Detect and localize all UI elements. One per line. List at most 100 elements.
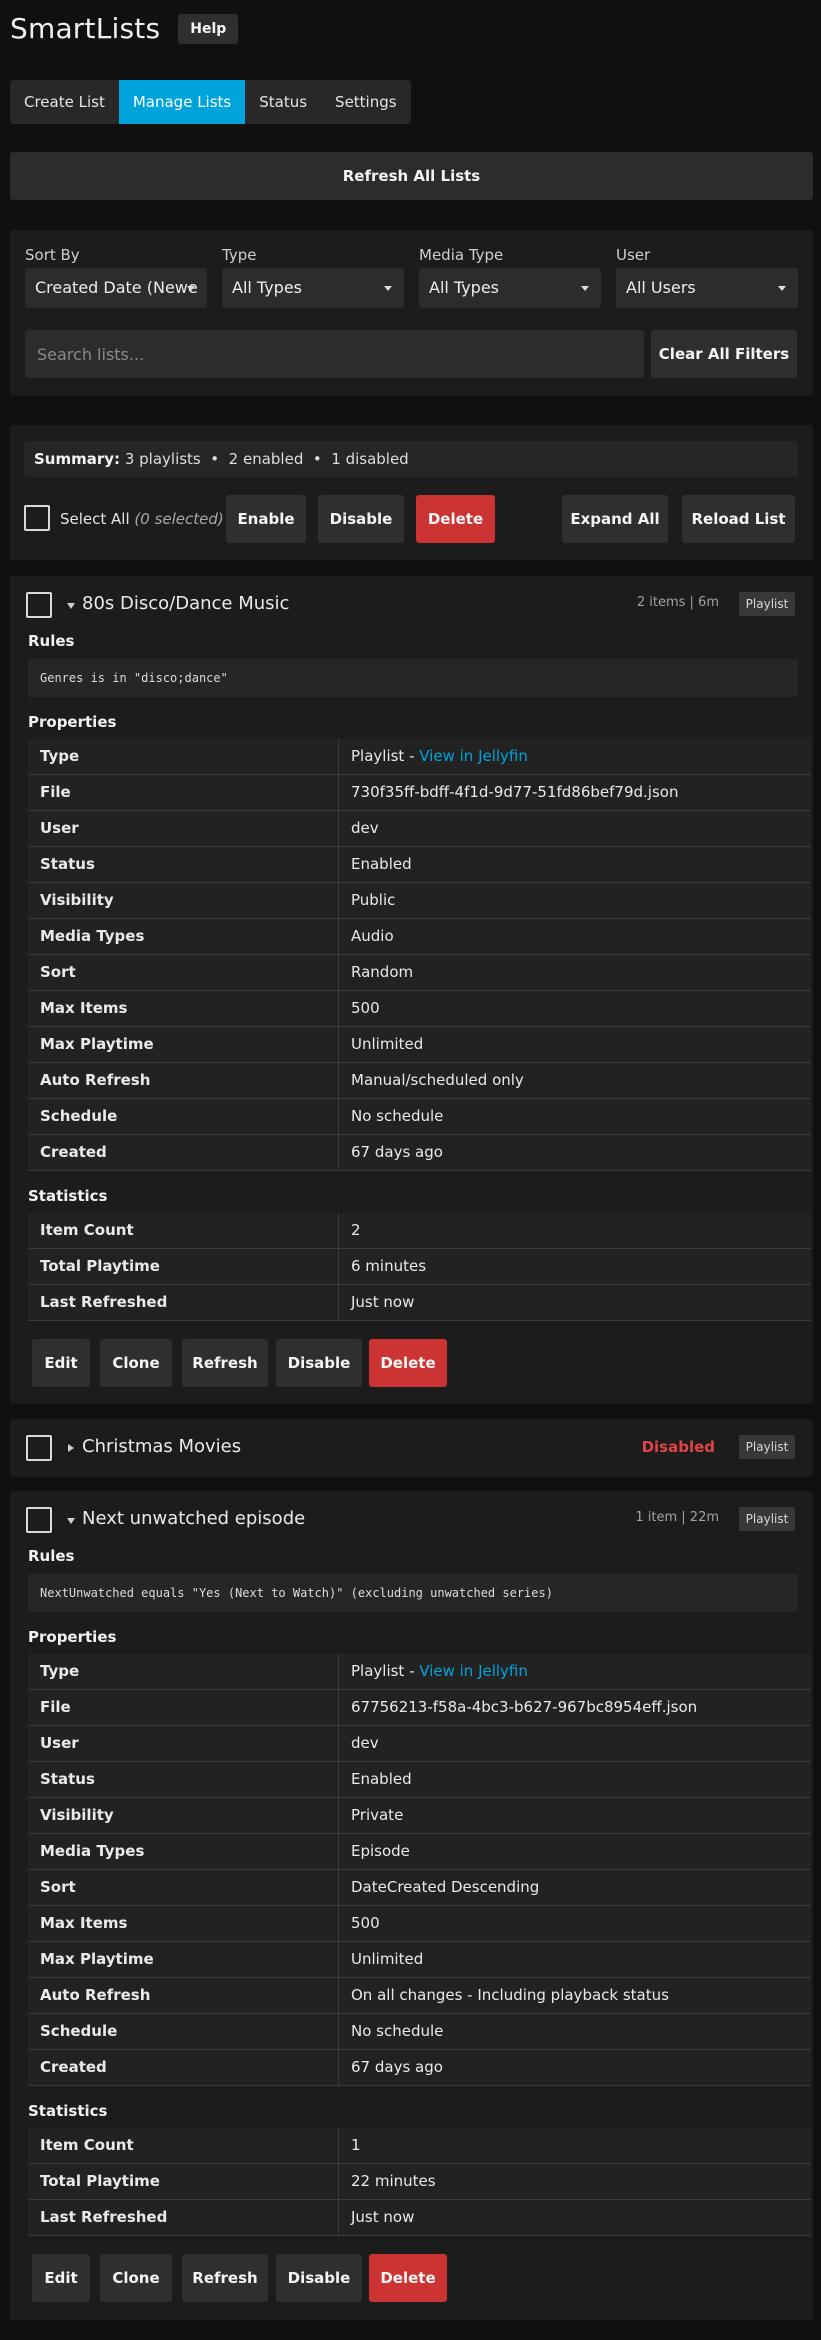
stat-key: Total Playtime — [28, 2164, 339, 2199]
select-all-text: Select All — [60, 510, 130, 528]
prop-value: dev — [351, 819, 379, 837]
table-row: File 730f35ff-bdff-4f1d-9d77-51fd86bef79d… — [28, 775, 811, 811]
statistics-table: Item Count 1 Total Playtime 22 minutes Las… — [28, 2128, 811, 2236]
table-row: Created 67 days ago — [28, 1135, 811, 1171]
table-row: Schedule No schedule — [28, 1099, 811, 1135]
list-select-checkbox[interactable] — [26, 1435, 52, 1461]
bulk-delete-button[interactable]: Delete — [416, 495, 495, 543]
prop-key: File — [28, 775, 339, 810]
expand-toggle-icon[interactable] — [67, 603, 75, 609]
disable-button[interactable]: Disable — [276, 1339, 362, 1387]
table-row: User dev — [28, 1726, 811, 1762]
stat-value: Just now — [351, 2208, 415, 2226]
edit-button[interactable]: Edit — [32, 2254, 90, 2302]
expand-toggle-icon[interactable] — [68, 1444, 74, 1452]
prop-key: User — [28, 1726, 339, 1761]
prop-key: Status — [28, 1762, 339, 1797]
prop-value: dev — [351, 1734, 379, 1752]
stat-key: Last Refreshed — [28, 2200, 339, 2235]
type-value: Playlist - — [351, 1662, 420, 1680]
bulk-enable-button[interactable]: Enable — [226, 495, 306, 543]
expand-toggle-icon[interactable] — [67, 1518, 75, 1524]
clear-all-filters-button[interactable]: Clear All Filters — [651, 330, 797, 378]
prop-value: 67 days ago — [351, 2058, 443, 2076]
list-title[interactable]: Christmas Movies — [82, 1436, 241, 1457]
media-type-label: Media Type — [419, 246, 504, 264]
table-row: Media Types Episode — [28, 1834, 811, 1870]
table-row: Auto Refresh On all changes - Including p… — [28, 1978, 811, 2014]
view-in-jellyfin-link[interactable]: View in Jellyfin — [419, 1662, 528, 1680]
delete-button[interactable]: Delete — [369, 2254, 447, 2302]
type-value: Playlist - — [351, 747, 420, 765]
list-select-checkbox[interactable] — [26, 1507, 52, 1533]
list-meta: 2 items | 6m — [636, 595, 719, 610]
prop-key: Type — [28, 1654, 339, 1689]
rule-text: Genres is in "disco;dance" — [28, 659, 798, 697]
prop-key: Max Playtime — [28, 1942, 339, 1977]
type-badge: Playlist — [739, 592, 795, 616]
select-all-checkbox[interactable] — [24, 505, 50, 531]
sort-by-select[interactable]: Created Date (Newe — [25, 268, 207, 308]
prop-value: Private — [351, 1806, 404, 1824]
table-row: Item Count 2 — [28, 1213, 811, 1249]
summary-label: Summary: — [34, 450, 121, 468]
properties-table: Type Playlist - View in Jellyfin File 730f… — [28, 739, 811, 1171]
tab-create-list[interactable]: Create List — [10, 80, 119, 124]
user-select[interactable]: All Users — [616, 268, 798, 308]
delete-button[interactable]: Delete — [369, 1339, 447, 1387]
disable-button[interactable]: Disable — [276, 2254, 362, 2302]
table-row: Visibility Public — [28, 883, 811, 919]
prop-key: Visibility — [28, 883, 339, 918]
stat-key: Total Playtime — [28, 1249, 339, 1284]
tab-settings[interactable]: Settings — [321, 80, 411, 124]
media-type-select[interactable]: All Types — [419, 268, 601, 308]
view-in-jellyfin-link[interactable]: View in Jellyfin — [419, 747, 528, 765]
chevron-down-icon — [384, 286, 392, 291]
clone-button[interactable]: Clone — [100, 1339, 172, 1387]
select-all-label: Select All (0 selected) — [60, 510, 224, 528]
table-row: Total Playtime 22 minutes — [28, 2164, 811, 2200]
tab-status[interactable]: Status — [245, 80, 321, 124]
expand-all-button[interactable]: Expand All — [562, 495, 668, 543]
table-row: Status Enabled — [28, 1762, 811, 1798]
refresh-button[interactable]: Refresh — [182, 2254, 268, 2302]
list-title[interactable]: Next unwatched episode — [82, 1508, 305, 1529]
status-badge: Disabled — [641, 1438, 715, 1456]
reload-list-button[interactable]: Reload List — [682, 495, 795, 543]
stat-value: 22 minutes — [351, 2172, 436, 2190]
edit-button[interactable]: Edit — [32, 1339, 90, 1387]
type-label: Type — [222, 246, 257, 264]
selected-count: (0 selected) — [134, 510, 224, 528]
table-row: Last Refreshed Just now — [28, 1285, 811, 1321]
stat-value: 6 minutes — [351, 1257, 427, 1275]
search-input[interactable] — [25, 330, 644, 378]
bulk-disable-button[interactable]: Disable — [318, 495, 404, 543]
properties-heading: Properties — [28, 1628, 117, 1646]
refresh-all-lists-button[interactable]: Refresh All Lists — [10, 152, 813, 200]
stat-key: Last Refreshed — [28, 1285, 339, 1320]
prop-key: Sort — [28, 1870, 339, 1905]
help-button[interactable]: Help — [178, 13, 239, 44]
stat-value: Just now — [351, 1293, 415, 1311]
table-row: Created 67 days ago — [28, 2050, 811, 2086]
prop-value: 730f35ff-bdff-4f1d-9d77-51fd86bef79d.jso… — [351, 783, 679, 801]
list-select-checkbox[interactable] — [26, 592, 52, 618]
header: SmartLists Help — [10, 12, 239, 45]
refresh-button[interactable]: Refresh — [182, 1339, 268, 1387]
user-value: All Users — [626, 278, 696, 297]
filters-panel: Sort By Created Date (Newe Type All Type… — [10, 230, 813, 396]
prop-key: Max Items — [28, 991, 339, 1026]
table-row: File 67756213-f58a-4bc3-b627-967bc8954eff… — [28, 1690, 811, 1726]
properties-heading: Properties — [28, 713, 117, 731]
summary-bar: Summary: 3 playlists • 2 enabled • 1 dis… — [24, 441, 798, 477]
tab-bar: Create List Manage Lists Status Settings — [10, 80, 411, 124]
rules-heading: Rules — [28, 1547, 75, 1565]
list-title[interactable]: 80s Disco/Dance Music — [82, 593, 289, 614]
tab-manage-lists[interactable]: Manage Lists — [118, 80, 246, 124]
type-select[interactable]: All Types — [222, 268, 404, 308]
prop-key: Visibility — [28, 1798, 339, 1833]
list-meta: 1 item | 22m — [635, 1510, 719, 1525]
clone-button[interactable]: Clone — [100, 2254, 172, 2302]
prop-value: 500 — [351, 1914, 380, 1932]
table-row: Max Items 500 — [28, 991, 811, 1027]
